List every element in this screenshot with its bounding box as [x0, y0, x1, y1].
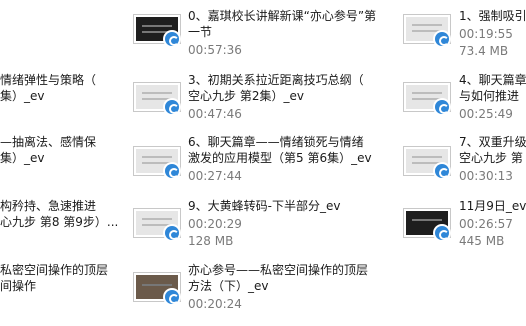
file-duration: 00:26:57 — [459, 217, 513, 231]
sync-status-icon — [163, 98, 181, 116]
sync-status-icon — [163, 162, 181, 180]
file-name-line-1: 9、大黄蜂转码-下半部分_ev — [188, 199, 341, 213]
file-duration: 00:30:13 — [459, 169, 513, 183]
file-name-line-2: 集）_ev — [0, 89, 45, 103]
sync-status-icon — [163, 224, 181, 242]
file-duration: 00:47:46 — [188, 107, 242, 121]
file-name-line-1: 私密空间操作的顶层 — [0, 263, 109, 277]
file-name-line-1: 11月9日_ev — [459, 199, 526, 213]
file-name-line-1: 1、强制吸引 — [459, 9, 526, 23]
file-name-line-2: 间操作 — [0, 279, 37, 293]
file-name-line-1: 4、聊天篇章 — [459, 73, 526, 87]
file-name-line-1: 0、嘉琪校长讲解新课“亦心参号”第 — [188, 9, 377, 23]
file-name-line-1: 7、双重升级 — [459, 135, 526, 149]
file-name-line-1: 情绪弹性与策略（ — [0, 73, 97, 87]
file-duration: 00:27:44 — [188, 169, 242, 183]
file-name-line-1: 构矜持、急速推进 — [0, 199, 97, 213]
file-size: 73.4 MB — [459, 44, 509, 58]
file-duration: 00:19:55 — [459, 27, 513, 41]
file-name-line-2: 一节 — [188, 25, 213, 39]
file-duration: 00:20:24 — [188, 297, 242, 311]
file-duration: 00:57:36 — [188, 43, 242, 57]
file-name-line-2: 空心九步 第2集）_ev — [188, 89, 304, 103]
file-name-line-2: 与如何推进 — [459, 89, 520, 103]
sync-status-icon — [433, 30, 451, 48]
file-name-line-2: 心九步 第8 第9步）... — [0, 215, 119, 229]
file-name-line-2: 激发的应用模型（第5 第6集）_ev — [188, 151, 372, 165]
file-name-line-2: 方法（下）_ev — [188, 279, 269, 293]
sync-status-icon — [433, 98, 451, 116]
file-duration: 00:20:29 — [188, 217, 242, 231]
file-name-line-1: 亦心参号——私密空间操作的顶层 — [188, 263, 369, 277]
file-name-line-1: 6、聊天篇章——情绪锁死与情绪 — [188, 135, 364, 149]
file-name-line-2: 集）_ev — [0, 151, 45, 165]
sync-status-icon — [163, 288, 181, 306]
sync-status-icon — [433, 224, 451, 242]
file-size: 445 MB — [459, 234, 505, 248]
sync-status-icon — [433, 162, 451, 180]
sync-status-icon — [163, 30, 181, 48]
file-duration: 00:25:49 — [459, 107, 513, 121]
file-name-line-2: 空心九步 第 — [459, 151, 523, 165]
file-name-line-1: 3、初期关系拉近距离技巧总纲（ — [188, 73, 364, 87]
file-name-line-1: —抽离法、感情保 — [0, 135, 97, 149]
file-size: 128 MB — [188, 234, 234, 248]
